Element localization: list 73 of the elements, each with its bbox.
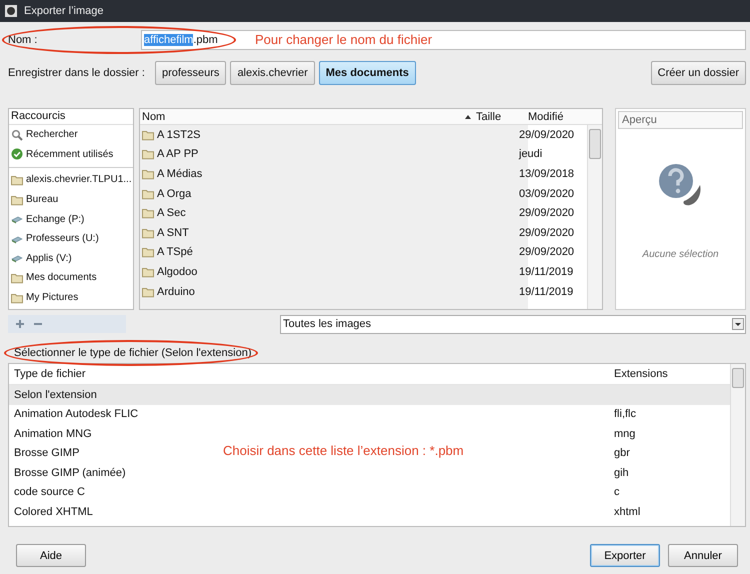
path-button[interactable]: Mes documents: [318, 61, 416, 85]
file-type-cell[interactable]: code source C: [9, 486, 204, 498]
shortcut-item[interactable]: My Pictures: [9, 288, 133, 308]
folder-icon: [142, 188, 154, 200]
shortcut-item[interactable]: Professeurs (U:): [9, 228, 133, 249]
file-type-cell[interactable]: Brosse GIMP (animée): [9, 466, 204, 479]
extension-cell-text: xhtml: [614, 506, 642, 518]
extension-cell-text: mng: [614, 428, 636, 440]
cancel-button[interactable]: Annuler: [668, 544, 738, 567]
file-row[interactable]: Algodoo 19/11/2019: [140, 262, 587, 282]
folder-icon: [142, 246, 154, 258]
folder-icon: [142, 168, 154, 180]
annotation-text: Choisir dans cette liste l’extension : *.pbm: [223, 443, 464, 458]
export-button[interactable]: Exporter: [590, 544, 660, 567]
extension-cell-text: gih: [614, 466, 630, 479]
file-type-cell[interactable]: Animation MNG: [9, 428, 204, 440]
extension-cell-text: fli,flc: [614, 408, 637, 420]
shortcut-item[interactable]: Applis (V:): [9, 248, 133, 268]
folder-icon: [11, 292, 23, 304]
column-header[interactable]: Extensions: [614, 368, 730, 380]
folder-icon: [142, 128, 154, 141]
file-row[interactable]: A Orga 03/09/2020: [140, 184, 587, 204]
shortcut-item[interactable]: Récemment utilisés: [9, 144, 133, 164]
sort-arrow-icon: [465, 114, 471, 118]
file-row[interactable]: A TSpé 29/09/2020: [140, 242, 587, 262]
add-icon[interactable]: [14, 318, 26, 330]
path-button[interactable]: professeurs: [154, 61, 226, 85]
shortcut-item[interactable]: Echange (P:): [9, 209, 133, 229]
folder-icon: [11, 194, 23, 206]
column-header[interactable]: Type de fichier: [9, 368, 614, 380]
file-row[interactable]: A Médias 13/09/2018: [140, 164, 587, 184]
app-icon: [4, 4, 18, 18]
file-type-cell[interactable]: Selon l'extension: [9, 388, 204, 401]
check-circle-icon: [11, 148, 23, 160]
extension-cell-text: gbr: [614, 447, 631, 460]
folder-icon: [142, 148, 154, 160]
shortcut-item[interactable]: alexis.chevrier.TLPU1...: [9, 170, 133, 190]
file-row[interactable]: A Sec 29/09/2020: [140, 203, 587, 223]
file-type-cell[interactable]: Colored XHTML: [9, 506, 204, 518]
preview-header: Aperçu: [618, 111, 743, 129]
scrollbar[interactable]: [587, 125, 602, 309]
file-row[interactable]: A SNT 29/09/2020: [140, 222, 587, 243]
file-type-expander[interactable]: Sélectionner le type de fichier (Selon l'extension): [14, 347, 252, 359]
create-folder-button[interactable]: Créer un dossier: [650, 61, 746, 85]
folder-icon: [142, 207, 154, 220]
file-row[interactable]: A AP PP jeudi: [140, 144, 587, 164]
scrollbar[interactable]: [730, 364, 745, 526]
file-type-cell[interactable]: Brosse GIMP: [9, 447, 204, 460]
column-header: Raccourcis: [9, 109, 133, 125]
window-title: Exporter l’image: [24, 5, 104, 17]
folder-icon: [142, 266, 154, 278]
file-row[interactable]: A 1ST2S 29/09/2020: [140, 125, 587, 145]
filter-dropdown[interactable]: Toutes les images: [280, 314, 746, 334]
save-in-label: Enregistrer dans le dossier :: [8, 67, 145, 79]
path-button[interactable]: alexis.chevrier: [230, 61, 315, 85]
column-header[interactable]: Taille: [476, 110, 528, 122]
file-row[interactable]: Arduino 19/11/2019: [140, 282, 587, 302]
preview-message: Aucune sélection: [642, 249, 719, 260]
column-header[interactable]: Nom: [140, 110, 465, 122]
column-header[interactable]: Modifié: [528, 110, 602, 122]
name-label: Nom :: [8, 34, 38, 46]
folder-icon: [142, 226, 154, 239]
shortcut-item[interactable]: Bureau: [9, 190, 133, 210]
folder-icon: [11, 174, 23, 186]
folder-icon: [142, 286, 154, 298]
search-icon: [11, 128, 23, 141]
help-button[interactable]: Aide: [16, 544, 86, 567]
folder-icon: [11, 272, 23, 284]
shortcut-item[interactable]: Mes documents: [9, 268, 133, 288]
shortcut-item[interactable]: Rechercher: [9, 125, 133, 145]
extension-cell-text: c: [614, 486, 620, 498]
file-type-cell[interactable]: Animation Autodesk FLIC: [9, 408, 204, 420]
annotation-text: Pour changer le nom du fichier: [255, 32, 432, 47]
